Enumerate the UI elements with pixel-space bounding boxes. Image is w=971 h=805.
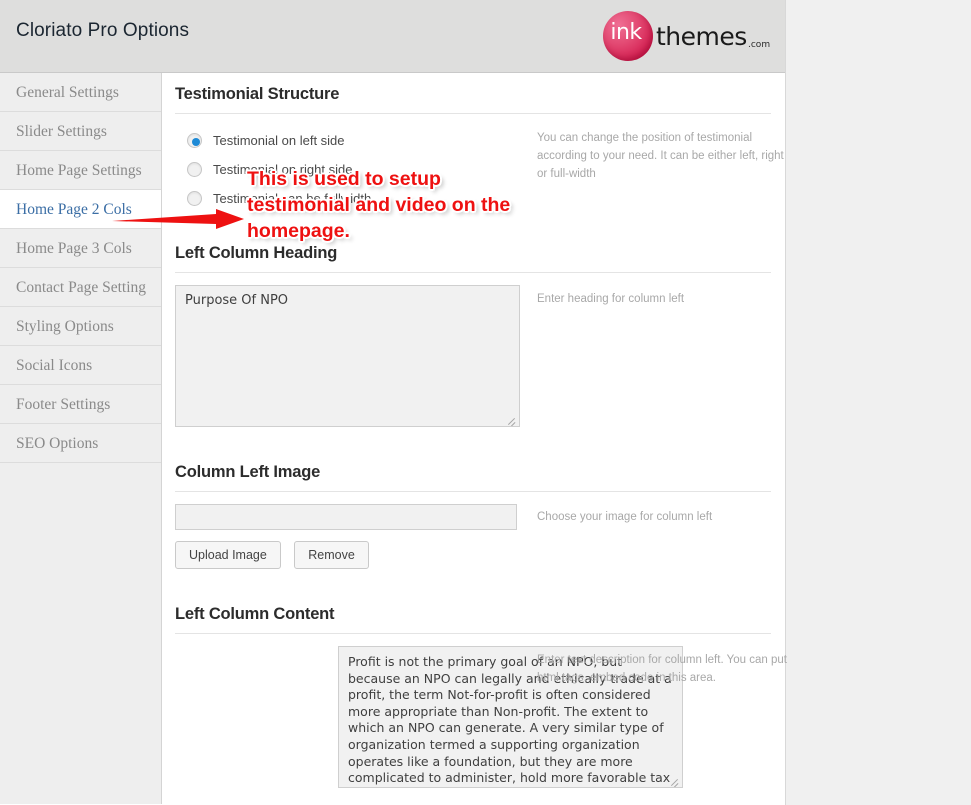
sidebar-item-home-page-settings[interactable]: Home Page Settings bbox=[0, 151, 161, 190]
logo-wordmark: themes bbox=[656, 22, 747, 51]
section-divider bbox=[175, 491, 771, 492]
app-root: Cloriato Pro Options ink themes .com Gen… bbox=[0, 0, 971, 805]
inkthemes-logo[interactable]: ink themes .com bbox=[601, 8, 771, 64]
radio-fullwidth-label: Testimonial can be fullwidth bbox=[213, 191, 372, 206]
section-column-left-image: Column Left Image Upload Image Remove Ch… bbox=[175, 451, 771, 569]
section-divider bbox=[175, 113, 771, 114]
radio-fullwidth-icon[interactable] bbox=[187, 191, 202, 206]
sidebar-item-seo-options[interactable]: SEO Options bbox=[0, 424, 161, 463]
sidebar-item-general-settings[interactable]: General Settings bbox=[0, 73, 161, 112]
section-title: Left Column Content bbox=[175, 605, 335, 623]
radio-option-fullwidth[interactable]: Testimonial can be fullwidth bbox=[175, 184, 771, 213]
section-title: Testimonial Structure bbox=[175, 85, 340, 103]
left-column-content-hint: Enter text description for column left. … bbox=[537, 654, 787, 684]
sidebar-item-home-page-3-cols[interactable]: Home Page 3 Cols bbox=[0, 229, 161, 268]
section-divider bbox=[175, 272, 771, 273]
column-left-image-field: Upload Image Remove Choose your image fo… bbox=[175, 504, 771, 569]
body-row: General Settings Slider Settings Home Pa… bbox=[0, 73, 787, 804]
sidebar-item-social-icons[interactable]: Social Icons bbox=[0, 346, 161, 385]
section-divider bbox=[175, 633, 771, 634]
sidebar-item-footer-settings[interactable]: Footer Settings bbox=[0, 385, 161, 424]
radio-right-icon[interactable] bbox=[187, 162, 202, 177]
resize-grip[interactable] bbox=[507, 415, 517, 425]
page-title: Cloriato Pro Options bbox=[16, 20, 190, 41]
section-left-column-heading: Left Column Heading Purpose Of NPO Enter… bbox=[175, 232, 771, 427]
settings-content: Testimonial Structure Testimonial on lef… bbox=[163, 73, 787, 804]
radio-right-label: Testimonial on right side bbox=[213, 162, 353, 177]
sidebar-nav: General Settings Slider Settings Home Pa… bbox=[0, 73, 162, 804]
options-panel: Cloriato Pro Options ink themes .com Gen… bbox=[0, 0, 787, 805]
section-title: Column Left Image bbox=[175, 463, 321, 481]
logo-mark-text: ink bbox=[610, 19, 642, 45]
column-left-image-hint: Choose your image for column left bbox=[537, 511, 713, 523]
upload-image-button[interactable]: Upload Image bbox=[175, 541, 281, 569]
testimonial-structure-field: Testimonial on left side Testimonial on … bbox=[175, 126, 784, 213]
page-header: Cloriato Pro Options ink themes .com bbox=[0, 0, 785, 73]
radio-left-label: Testimonial on left side bbox=[213, 133, 345, 148]
left-column-heading-field: Purpose Of NPO Enter heading for column … bbox=[175, 285, 771, 427]
section-testimonial-structure: Testimonial Structure Testimonial on lef… bbox=[175, 73, 784, 213]
left-column-heading-textarea[interactable]: Purpose Of NPO bbox=[175, 285, 520, 427]
sidebar-item-home-page-2-cols[interactable]: Home Page 2 Cols bbox=[0, 189, 161, 229]
section-left-column-content: Left Column Content Profit is not the pr… bbox=[175, 593, 787, 788]
image-path-input[interactable] bbox=[175, 504, 517, 530]
sidebar-item-contact-page-setting[interactable]: Contact Page Setting bbox=[0, 268, 161, 307]
sidebar-item-styling-options[interactable]: Styling Options bbox=[0, 307, 161, 346]
resize-grip[interactable] bbox=[670, 776, 680, 786]
sidebar-item-slider-settings[interactable]: Slider Settings bbox=[0, 112, 161, 151]
testimonial-structure-hint: You can change the position of testimoni… bbox=[537, 132, 784, 180]
logo-tld: .com bbox=[748, 40, 771, 50]
radio-left-icon[interactable] bbox=[187, 133, 202, 148]
image-button-row: Upload Image Remove bbox=[175, 541, 771, 569]
remove-image-button[interactable]: Remove bbox=[294, 541, 369, 569]
left-column-heading-hint: Enter heading for column left bbox=[537, 293, 685, 305]
section-title: Left Column Heading bbox=[175, 244, 338, 262]
left-column-content-field: Profit is not the primary goal of an NPO… bbox=[175, 646, 787, 788]
